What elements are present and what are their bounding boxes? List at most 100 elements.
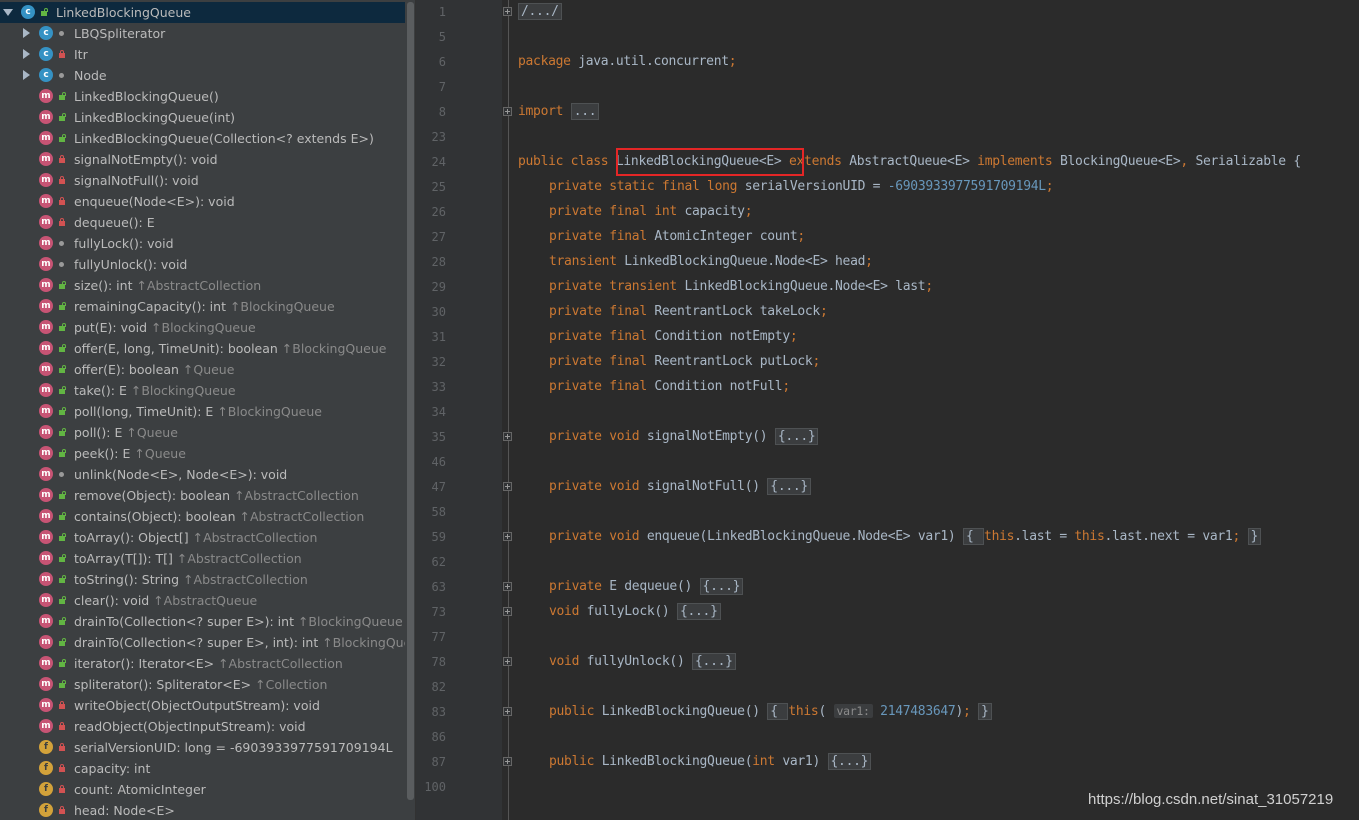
- folded-region[interactable]: /.../: [518, 3, 562, 20]
- structure-item[interactable]: c LinkedBlockingQueue: [0, 2, 405, 23]
- code-line[interactable]: private E dequeue() {...}: [549, 578, 744, 595]
- fold-toggle-icon[interactable]: [503, 432, 512, 441]
- code-line[interactable]: private final ReentrantLock takeLock;: [549, 304, 828, 319]
- code-line[interactable]: public LinkedBlockingQueue() { this( var…: [549, 703, 992, 720]
- fold-toggle-icon[interactable]: [503, 107, 512, 116]
- code-line[interactable]: public LinkedBlockingQueue(int var1) {..…: [549, 753, 872, 770]
- structure-item[interactable]: m toArray(T[]): T[] ↑AbstractCollection: [0, 548, 405, 569]
- expand-arrow-closed-icon[interactable]: [23, 49, 30, 59]
- structure-item[interactable]: m readObject(ObjectInputStream): void: [0, 716, 405, 737]
- fold-toggle-icon[interactable]: [503, 657, 512, 666]
- folded-region[interactable]: }: [1247, 528, 1262, 545]
- fold-toggle-icon[interactable]: [503, 757, 512, 766]
- code-line[interactable]: void fullyUnlock() {...}: [549, 653, 736, 670]
- code-line[interactable]: private final int capacity;: [549, 204, 753, 219]
- structure-item[interactable]: c LBQSpliterator: [0, 23, 405, 44]
- public-visibility-icon: [58, 659, 66, 668]
- folded-region[interactable]: {...}: [774, 428, 819, 445]
- structure-item[interactable]: f head: Node<E>: [0, 800, 405, 820]
- structure-item[interactable]: m offer(E, long, TimeUnit): boolean ↑Bloc…: [0, 338, 405, 359]
- folded-region[interactable]: {...}: [699, 578, 744, 595]
- code-token: .last =: [1014, 529, 1075, 544]
- structure-item[interactable]: m offer(E): boolean ↑Queue: [0, 359, 405, 380]
- code-line[interactable]: private static final long serialVersionU…: [549, 179, 1054, 194]
- structure-item[interactable]: m take(): E ↑BlockingQueue: [0, 380, 405, 401]
- code-line[interactable]: private final AtomicInteger count;: [549, 229, 805, 244]
- folded-region[interactable]: {...}: [692, 653, 736, 670]
- code-token: private transient: [549, 279, 685, 294]
- structure-item[interactable]: m put(E): void ↑BlockingQueue: [0, 317, 405, 338]
- folded-region[interactable]: {...}: [767, 478, 811, 495]
- structure-item[interactable]: c Node: [0, 65, 405, 86]
- expand-arrow-open-icon[interactable]: [3, 9, 13, 16]
- structure-item[interactable]: m LinkedBlockingQueue(int): [0, 107, 405, 128]
- fold-toggle-icon[interactable]: [503, 607, 512, 616]
- code-token: import: [518, 104, 564, 119]
- structure-item[interactable]: f capacity: int: [0, 758, 405, 779]
- code-line[interactable]: import ...: [518, 103, 600, 120]
- method-icon: m: [39, 341, 53, 355]
- code-line[interactable]: /.../: [518, 3, 562, 20]
- folded-region[interactable]: {: [962, 528, 985, 545]
- code-line[interactable]: private void enqueue(LinkedBlockingQueue…: [549, 528, 1262, 545]
- code-line[interactable]: private void signalNotEmpty() {...}: [549, 428, 819, 445]
- public-visibility-icon: [58, 617, 66, 626]
- code-line[interactable]: private final Condition notEmpty;: [549, 329, 798, 344]
- structure-item[interactable]: m poll(long, TimeUnit): E ↑BlockingQueue: [0, 401, 405, 422]
- code-line[interactable]: private void signalNotFull() {...}: [549, 478, 811, 495]
- structure-item[interactable]: m unlink(Node<E>, Node<E>): void: [0, 464, 405, 485]
- structure-item[interactable]: m spliterator(): Spliterator<E> ↑Collecti…: [0, 674, 405, 695]
- structure-item[interactable]: m iterator(): Iterator<E> ↑AbstractCollec…: [0, 653, 405, 674]
- structure-item[interactable]: m remainingCapacity(): int ↑BlockingQueue: [0, 296, 405, 317]
- structure-scrollbar-thumb[interactable]: [407, 2, 414, 800]
- structure-item-label: fullyUnlock(): void: [74, 257, 188, 272]
- expand-arrow-closed-icon[interactable]: [23, 70, 30, 80]
- structure-item-label: toString(): String ↑AbstractCollection: [74, 572, 308, 587]
- structure-item[interactable]: m LinkedBlockingQueue(): [0, 86, 405, 107]
- code-line[interactable]: private transient LinkedBlockingQueue.No…: [549, 279, 933, 294]
- folded-region[interactable]: {: [767, 703, 789, 720]
- structure-item[interactable]: m toString(): String ↑AbstractCollection: [0, 569, 405, 590]
- expand-arrow-closed-icon[interactable]: [23, 28, 30, 38]
- structure-item[interactable]: m drainTo(Collection<? super E>, int): in…: [0, 632, 405, 653]
- structure-item[interactable]: m writeObject(ObjectOutputStream): void: [0, 695, 405, 716]
- structure-item[interactable]: m size(): int ↑AbstractCollection: [0, 275, 405, 296]
- folded-region[interactable]: {...}: [827, 753, 872, 770]
- structure-item[interactable]: m fullyUnlock(): void: [0, 254, 405, 275]
- structure-item[interactable]: c Itr: [0, 44, 405, 65]
- line-number: 7: [438, 80, 446, 94]
- structure-item[interactable]: m clear(): void ↑AbstractQueue: [0, 590, 405, 611]
- fold-toggle-icon[interactable]: [503, 482, 512, 491]
- structure-scrollbar[interactable]: [405, 0, 415, 820]
- structure-item[interactable]: m drainTo(Collection<? super E>): int ↑Bl…: [0, 611, 405, 632]
- structure-item[interactable]: m poll(): E ↑Queue: [0, 422, 405, 443]
- structure-item[interactable]: m LinkedBlockingQueue(Collection<? extend…: [0, 128, 405, 149]
- code-line[interactable]: transient LinkedBlockingQueue.Node<E> he…: [549, 254, 873, 269]
- folded-region[interactable]: {...}: [676, 603, 721, 620]
- public-visibility-icon: [58, 554, 66, 563]
- code-line[interactable]: private final ReentrantLock putLock;: [549, 354, 820, 369]
- folded-region[interactable]: ...: [570, 103, 600, 120]
- code-line[interactable]: void fullyLock() {...}: [549, 603, 721, 620]
- structure-item[interactable]: m signalNotEmpty(): void: [0, 149, 405, 170]
- fold-toggle-icon[interactable]: [503, 582, 512, 591]
- structure-item[interactable]: m signalNotFull(): void: [0, 170, 405, 191]
- fold-toggle-icon[interactable]: [503, 532, 512, 541]
- public-visibility-icon: [58, 449, 66, 458]
- structure-item[interactable]: m toArray(): Object[] ↑AbstractCollection: [0, 527, 405, 548]
- structure-item[interactable]: m remove(Object): boolean ↑AbstractCollec…: [0, 485, 405, 506]
- structure-item[interactable]: m dequeue(): E: [0, 212, 405, 233]
- structure-item[interactable]: f serialVersionUID: long = -6903933977591…: [0, 737, 405, 758]
- structure-item[interactable]: m peek(): E ↑Queue: [0, 443, 405, 464]
- structure-item[interactable]: m fullyLock(): void: [0, 233, 405, 254]
- code-line[interactable]: private final Condition notFull;: [549, 379, 790, 394]
- private-visibility-icon: [58, 218, 66, 227]
- structure-item[interactable]: f count: AtomicInteger: [0, 779, 405, 800]
- fold-toggle-icon[interactable]: [503, 707, 512, 716]
- structure-item[interactable]: m contains(Object): boolean ↑AbstractColl…: [0, 506, 405, 527]
- structure-item[interactable]: m enqueue(Node<E>): void: [0, 191, 405, 212]
- folded-region[interactable]: }: [978, 703, 992, 720]
- structure-item-label: readObject(ObjectInputStream): void: [74, 719, 306, 734]
- fold-toggle-icon[interactable]: [503, 7, 512, 16]
- code-line[interactable]: package java.util.concurrent;: [518, 54, 737, 69]
